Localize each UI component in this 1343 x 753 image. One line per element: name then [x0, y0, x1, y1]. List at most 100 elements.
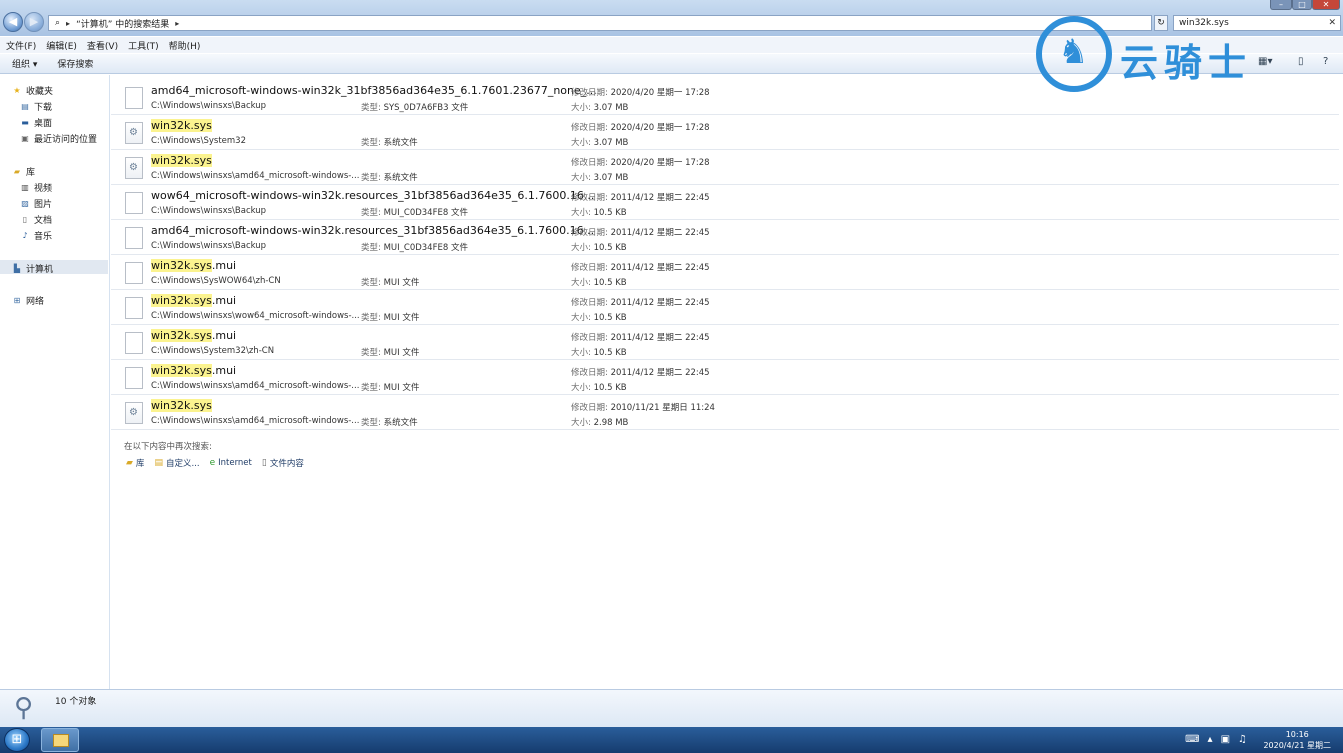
search-again-libraries[interactable]: ▰ 库 — [126, 457, 144, 469]
taskbar-explorer-button[interactable] — [41, 728, 79, 752]
result-row[interactable]: win32k.sys C:\Windows\winsxs\amd64_micros… — [111, 150, 1339, 185]
search-again-file-contents[interactable]: ▯ 文件内容 — [262, 457, 304, 469]
file-name: win32k.sys.mui — [151, 294, 236, 307]
type-label: 类型: — [361, 173, 384, 183]
forward-button[interactable]: ▶ — [24, 12, 44, 32]
clear-search-icon[interactable]: ✕ — [1328, 16, 1336, 30]
result-row[interactable]: win32k.sys.mui C:\Windows\SysWOW64\zh-CN 类… — [111, 255, 1339, 290]
modified-date: 修改日期: 2010/11/21 星期日 11:24 — [571, 401, 715, 413]
start-button[interactable]: ⊞ — [4, 728, 30, 752]
type-value: 系统文件 — [383, 173, 418, 183]
keyboard-icon[interactable]: ⌨ — [1185, 734, 1199, 745]
file-name: amd64_microsoft-windows-win32k_31bf3856a… — [151, 84, 597, 97]
address-bar[interactable]: ⌕ ▸ “计算机” 中的搜索结果 ▸ — [48, 15, 1152, 31]
breadcrumb[interactable]: “计算机” 中的搜索结果 — [76, 17, 169, 30]
menu-view[interactable]: 查看(V) — [87, 39, 118, 52]
organize-button[interactable]: 组织 ▾ — [12, 57, 37, 70]
file-name-rest: .mui — [211, 364, 237, 377]
sidebar-item-favorites[interactable]: ★ 收藏夹 — [12, 84, 53, 97]
size-value: 10.5 KB — [593, 383, 627, 393]
system-file-icon — [125, 157, 143, 179]
result-row[interactable]: win32k.sys.mui C:\Windows\winsxs\amd64_mi… — [111, 360, 1339, 395]
sidebar-item-videos[interactable]: ▥ 视频 — [20, 181, 52, 194]
link-label: Internet — [218, 458, 252, 468]
date-label: 修改日期: — [571, 263, 611, 273]
search-match-highlight: win32k.sys — [151, 259, 212, 272]
search-again-internet[interactable]: e Internet — [210, 457, 252, 469]
item-count: 10 个对象 — [55, 697, 97, 707]
volume-icon[interactable]: ♫ — [1238, 734, 1247, 745]
file-path: C:\Windows\SysWOW64\zh-CN — [151, 276, 281, 286]
result-row[interactable]: wow64_microsoft-windows-win32k.resources… — [111, 185, 1339, 220]
size-value: 10.5 KB — [593, 243, 627, 253]
back-button[interactable]: ◀ — [3, 12, 23, 32]
search-match-highlight: win32k.sys — [151, 294, 212, 307]
result-row[interactable]: win32k.sys.mui C:\Windows\System32\zh-CN 类… — [111, 325, 1339, 360]
file-icon — [125, 262, 143, 284]
sidebar-item-computer[interactable]: ▙ 计算机 — [12, 262, 53, 275]
file-path: C:\Windows\winsxs\amd64_microsoft-window… — [151, 171, 360, 181]
menu-file[interactable]: 文件(F) — [6, 39, 36, 52]
sidebar-item-documents[interactable]: ▯ 文档 — [20, 213, 52, 226]
sidebar-item-network[interactable]: ⊞ 网络 — [12, 294, 44, 307]
computer-icon: ▙ — [13, 264, 21, 273]
file-name: win32k.sys.mui — [151, 329, 236, 342]
minimize-button[interactable]: – — [1270, 0, 1292, 10]
link-label: 文件内容 — [269, 459, 304, 469]
sidebar-item-desktop[interactable]: ▬ 桌面 — [20, 116, 52, 129]
file-path: C:\Windows\winsxs\amd64_microsoft-window… — [151, 416, 360, 426]
file-type: 类型: SYS_0D7A6FB3 文件 — [361, 101, 468, 113]
result-row[interactable]: amd64_microsoft-windows-win32k_31bf3856a… — [111, 80, 1339, 115]
file-name-rest: .mui — [211, 259, 237, 272]
chevron-right-icon: ▸ — [175, 18, 180, 28]
sidebar-item-recent[interactable]: ▣ 最近访问的位置 — [20, 132, 97, 145]
sidebar-item-downloads[interactable]: ▤ 下载 — [20, 100, 52, 113]
date-value: 2020/4/20 星期一 17:28 — [610, 88, 710, 98]
date-label: 修改日期: — [571, 368, 611, 378]
menu-tools[interactable]: 工具(T) — [128, 39, 159, 52]
maximize-button[interactable]: □ — [1292, 0, 1312, 10]
menu-help[interactable]: 帮助(H) — [169, 39, 201, 52]
result-row[interactable]: win32k.sys.mui C:\Windows\winsxs\wow64_mi… — [111, 290, 1339, 325]
download-icon: ▤ — [21, 102, 29, 111]
search-again-custom[interactable]: ▤ 自定义... — [154, 457, 199, 469]
clock-time: 10:16 — [1285, 730, 1309, 739]
file-size: 大小: 3.07 MB — [571, 171, 628, 183]
file-name-rest: wow64_microsoft-windows-win32k.resources… — [151, 189, 595, 202]
search-match-highlight: win32k.sys — [151, 154, 212, 167]
sidebar-item-music[interactable]: ♪ 音乐 — [20, 229, 52, 242]
size-label: 大小: — [571, 173, 594, 183]
network-status-icon[interactable]: ▣ — [1221, 734, 1230, 745]
search-folder-icon: ⌕ — [55, 18, 61, 28]
file-type: 类型: MUI 文件 — [361, 311, 419, 323]
details-pane: ⚲ 10 个对象 — [0, 689, 1343, 727]
music-icon: ♪ — [22, 231, 28, 240]
menu-edit[interactable]: 编辑(E) — [46, 39, 77, 52]
size-label: 大小: — [571, 208, 594, 218]
type-value: 系统文件 — [383, 138, 418, 148]
file-size: 大小: 10.5 KB — [571, 241, 627, 253]
close-button[interactable]: ✕ — [1312, 0, 1340, 10]
date-value: 2020/4/20 星期一 17:28 — [610, 158, 710, 168]
file-name: win32k.sys — [151, 119, 212, 132]
navigation-pane: ★ 收藏夹 ▤ 下载 ▬ 桌面 ▣ 最近访问的位置 ▰ 库 ▥ 视频 ▨ 图片 … — [0, 75, 110, 689]
result-row[interactable]: win32k.sys C:\Windows\System32 类型: 系统文件 修改日… — [111, 115, 1339, 150]
date-label: 修改日期: — [571, 193, 611, 203]
system-tray: ⌨ ▴ ▣ ♫ — [1185, 734, 1247, 745]
result-row[interactable]: win32k.sys C:\Windows\winsxs\amd64_micros… — [111, 395, 1339, 430]
type-label: 类型: — [361, 313, 384, 323]
preview-pane-icon[interactable]: ▯ — [1298, 56, 1304, 67]
size-value: 3.07 MB — [593, 138, 629, 148]
save-search-button[interactable]: 保存搜索 — [57, 57, 93, 70]
result-row[interactable]: amd64_microsoft-windows-win32k.resources… — [111, 220, 1339, 255]
show-hidden-icons-icon[interactable]: ▴ — [1208, 734, 1213, 745]
help-icon[interactable]: ? — [1323, 56, 1328, 67]
file-type: 类型: MUI 文件 — [361, 381, 419, 393]
clock[interactable]: 10:16 2020/4/21 星期二 — [1263, 729, 1331, 751]
sidebar-item-pictures[interactable]: ▨ 图片 — [20, 197, 52, 210]
modified-date: 修改日期: 2011/4/12 星期二 22:45 — [571, 226, 710, 238]
date-label: 修改日期: — [571, 403, 611, 413]
library-icon: ▰ — [13, 167, 21, 176]
file-path: C:\Windows\System32 — [151, 136, 246, 146]
sidebar-item-libraries[interactable]: ▰ 库 — [12, 165, 35, 178]
